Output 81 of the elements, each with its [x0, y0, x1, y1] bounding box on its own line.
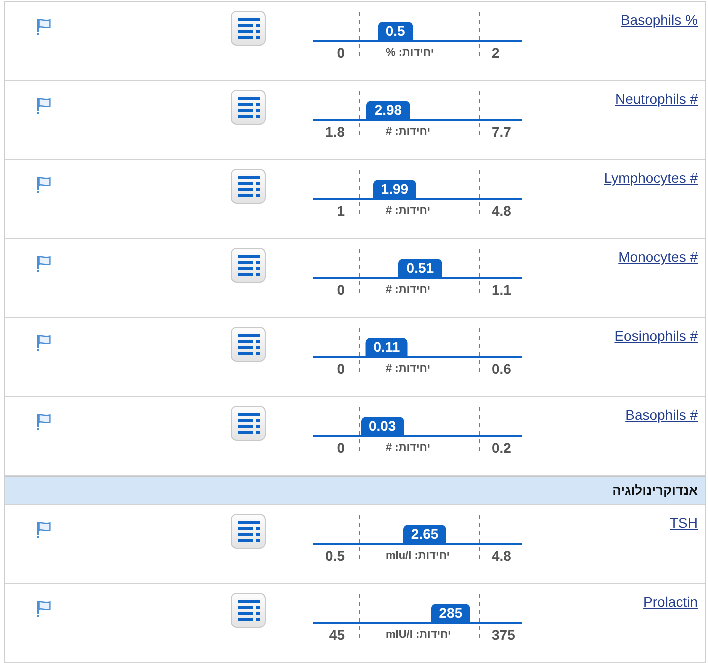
test-name-link[interactable]: Basophils # — [626, 407, 698, 423]
test-name-link[interactable]: Eosinophils # — [614, 328, 698, 344]
list-button[interactable] — [231, 327, 266, 362]
low-limit-value: 1 — [336, 203, 346, 219]
range-limit-marker — [479, 91, 480, 138]
result-marker: 0.51 — [398, 259, 442, 277]
unit-label: יחידות: # — [385, 283, 432, 297]
high-limit-value: 375 — [491, 627, 516, 643]
low-limit-value: 0 — [336, 45, 346, 61]
test-name-link[interactable]: Lymphocytes # — [604, 170, 698, 186]
list-button[interactable] — [231, 406, 266, 441]
result-marker: 2.65 — [403, 525, 447, 543]
list-button[interactable] — [231, 593, 266, 628]
range-limit-marker — [359, 249, 360, 296]
flag-icon[interactable] — [37, 98, 51, 115]
test-name-link[interactable]: Basophils % — [620, 12, 698, 28]
flag-icon[interactable] — [37, 601, 51, 618]
test-name-link[interactable]: Prolactin — [644, 594, 698, 610]
unit-label: יחידות: # — [385, 441, 432, 455]
list-icon — [238, 521, 260, 542]
low-limit-value: 45 — [328, 627, 346, 643]
list-icon — [238, 600, 260, 621]
range-limit-marker — [359, 91, 360, 138]
list-button[interactable] — [231, 11, 266, 46]
flag-icon[interactable] — [37, 177, 51, 194]
range-limit-marker — [479, 328, 480, 375]
range-limit-marker — [359, 170, 360, 217]
flag-icon[interactable] — [37, 256, 51, 273]
list-icon — [238, 97, 260, 118]
unit-label: יחידות: # — [385, 125, 432, 139]
high-limit-value: 1.1 — [491, 282, 512, 298]
low-limit-value: 0.5 — [324, 548, 346, 564]
list-button[interactable] — [231, 169, 266, 204]
high-limit-value: 0.6 — [491, 361, 512, 377]
high-limit-value: 0.2 — [491, 440, 512, 456]
unit-label: יחידות: mIU/l — [385, 628, 452, 642]
flag-icon[interactable] — [37, 522, 51, 539]
low-limit-value: 0 — [336, 282, 346, 298]
high-limit-value: 4.8 — [491, 203, 512, 219]
unit-label: יחידות: mIu/l — [385, 549, 452, 563]
range-limit-marker — [479, 12, 480, 59]
range-limit-marker — [359, 515, 360, 562]
list-icon — [238, 18, 260, 39]
result-marker: 1.99 — [373, 180, 417, 198]
result-marker: 2.98 — [366, 101, 410, 119]
high-limit-value: 2 — [491, 45, 501, 61]
range-limit-marker — [359, 594, 360, 641]
high-limit-value: 4.8 — [491, 548, 512, 564]
range-limit-marker — [479, 515, 480, 562]
flag-icon[interactable] — [37, 414, 51, 431]
list-icon — [238, 176, 260, 197]
unit-label: יחידות: # — [385, 204, 432, 218]
range-limit-marker — [359, 407, 360, 454]
list-icon — [238, 334, 260, 355]
range-limit-marker — [479, 407, 480, 454]
high-limit-value: 7.7 — [491, 124, 512, 140]
flag-icon[interactable] — [37, 19, 51, 36]
low-limit-value: 1.8 — [324, 124, 346, 140]
list-button[interactable] — [231, 514, 266, 549]
list-button[interactable] — [231, 248, 266, 283]
result-marker: 285 — [431, 604, 471, 622]
result-marker: 0.03 — [360, 417, 404, 435]
list-button[interactable] — [231, 90, 266, 125]
list-icon — [238, 255, 260, 276]
range-limit-marker — [359, 328, 360, 375]
section-title: אנדוקרינולוגיה — [612, 483, 698, 498]
test-name-link[interactable]: Neutrophils # — [616, 91, 698, 107]
test-name-link[interactable]: Monocytes # — [618, 249, 698, 265]
low-limit-value: 0 — [336, 440, 346, 456]
range-limit-marker — [479, 170, 480, 217]
range-limit-marker — [479, 594, 480, 641]
range-limit-marker — [359, 12, 360, 59]
test-name-link[interactable]: TSH — [670, 515, 698, 531]
result-marker: 0.11 — [366, 338, 408, 356]
unit-label: יחידות: # — [385, 362, 432, 376]
list-icon — [238, 413, 260, 434]
unit-label: יחידות: % — [385, 46, 436, 60]
result-marker: 0.5 — [378, 22, 414, 40]
range-limit-marker — [479, 249, 480, 296]
flag-icon[interactable] — [37, 335, 51, 352]
low-limit-value: 0 — [336, 361, 346, 377]
